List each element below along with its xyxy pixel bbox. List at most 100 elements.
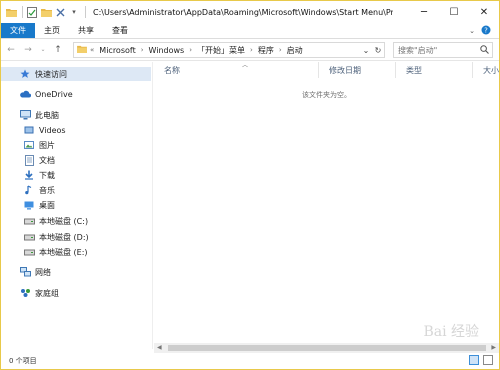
video-icon xyxy=(23,124,35,136)
address-dropdown-icon[interactable]: ⌄ xyxy=(360,43,372,57)
maximize-button[interactable]: ☐ xyxy=(439,1,469,23)
empty-folder-message: 该文件夹为空。 xyxy=(302,91,351,99)
horizontal-scrollbar[interactable]: ◀ ▶ xyxy=(154,343,499,353)
scrollbar-thumb[interactable] xyxy=(168,345,486,351)
chevron-right-icon[interactable]: › xyxy=(250,46,253,54)
sidebar-item-label: 家庭组 xyxy=(35,288,59,298)
scroll-left-icon[interactable]: ◀ xyxy=(157,343,162,353)
sidebar-item-label: 音乐 xyxy=(39,185,55,195)
sidebar-item-onedrive[interactable]: OneDrive xyxy=(19,87,73,101)
sidebar-item-drive-e[interactable]: 本地磁盘 (E:) xyxy=(23,245,88,259)
breadcrumb-programs[interactable]: 程序 xyxy=(258,45,274,56)
sidebar-item-label: Videos xyxy=(39,125,66,135)
sidebar-item-pictures[interactable]: 图片 xyxy=(23,138,55,152)
chevron-right-icon[interactable]: › xyxy=(189,46,192,54)
help-icon[interactable]: ? xyxy=(481,25,491,37)
sidebar-item-videos[interactable]: Videos xyxy=(23,123,66,137)
sidebar-item-drive-c[interactable]: 本地磁盘 (C:) xyxy=(23,214,88,228)
sidebar-item-downloads[interactable]: 下载 xyxy=(23,168,55,182)
breadcrumb-startup[interactable]: 启动 xyxy=(287,45,303,56)
window-controls: ─ ☐ ✕ xyxy=(409,1,499,23)
address-bar[interactable]: « Microsoft › Windows › 「开始」菜单 › 程序 › 启动… xyxy=(73,42,385,58)
title-bar: ▾ C:\Users\Administrator\AppData\Roaming… xyxy=(1,1,499,23)
close-button[interactable]: ✕ xyxy=(469,1,499,23)
minimize-button[interactable]: ─ xyxy=(409,1,439,23)
sidebar-item-this-pc[interactable]: 此电脑 xyxy=(19,108,59,122)
column-date-modified[interactable]: 修改日期 xyxy=(319,62,396,78)
sidebar-item-desktop[interactable]: 桌面 xyxy=(23,198,55,212)
sidebar-item-label: 文档 xyxy=(39,155,55,165)
toolbar-separator xyxy=(85,6,86,18)
back-icon[interactable]: ← xyxy=(4,43,18,57)
folder-icon xyxy=(77,45,87,55)
toolbar-separator xyxy=(22,6,23,18)
ribbon-tabs: 文件 主页 共享 查看 ⌄ ? xyxy=(1,23,499,39)
file-list-pane: ︿ 名称 修改日期 类型 大小 该文件夹为空。 xyxy=(154,62,499,349)
explorer-window: ▾ C:\Users\Administrator\AppData\Roaming… xyxy=(0,0,500,370)
search-icon[interactable] xyxy=(480,45,489,56)
sidebar-item-label: 快速访问 xyxy=(35,69,67,79)
desktop-icon xyxy=(23,199,35,211)
cloud-icon xyxy=(19,88,31,100)
recent-locations-icon[interactable]: ⌄ xyxy=(38,43,48,57)
sidebar-item-drive-d[interactable]: 本地磁盘 (D:) xyxy=(23,230,89,244)
sidebar-item-label: 网络 xyxy=(35,267,51,277)
details-view-icon[interactable] xyxy=(469,355,479,365)
svg-text:?: ? xyxy=(484,26,488,34)
sidebar-item-documents[interactable]: 文档 xyxy=(23,153,55,167)
tab-home[interactable]: 主页 xyxy=(35,23,69,38)
address-controls: ⌄ ↻ xyxy=(360,43,384,57)
tab-file[interactable]: 文件 xyxy=(1,23,35,38)
breadcrumb-start-menu[interactable]: 「开始」菜单 xyxy=(197,45,245,56)
navigation-pane: 快速访问 OneDrive 此电脑 Videos 图片 文档 下载 音乐 桌面 … xyxy=(1,62,153,349)
column-type[interactable]: 类型 xyxy=(396,62,473,78)
delete-icon[interactable] xyxy=(54,6,66,18)
large-icons-view-icon[interactable] xyxy=(483,355,493,365)
chevron-right-icon[interactable]: › xyxy=(141,46,144,54)
music-icon xyxy=(23,184,35,196)
scroll-right-icon[interactable]: ▶ xyxy=(491,343,496,353)
drive-icon xyxy=(23,246,35,258)
new-folder-icon[interactable] xyxy=(40,6,52,18)
search-input[interactable] xyxy=(398,45,480,55)
sidebar-item-network[interactable]: 网络 xyxy=(19,265,51,279)
customize-dropdown-icon[interactable]: ▾ xyxy=(68,6,80,18)
download-icon xyxy=(23,169,35,181)
tab-view[interactable]: 查看 xyxy=(103,23,137,38)
column-name[interactable]: 名称 xyxy=(154,62,319,78)
sidebar-item-music[interactable]: 音乐 xyxy=(23,183,55,197)
sidebar-item-label: 本地磁盘 (C:) xyxy=(39,216,89,226)
breadcrumb-overflow-icon[interactable]: « xyxy=(90,46,94,54)
sidebar-item-label: 图片 xyxy=(39,140,55,150)
forward-icon[interactable]: → xyxy=(21,43,35,57)
tab-share[interactable]: 共享 xyxy=(69,23,103,38)
expand-ribbon-icon[interactable]: ⌄ xyxy=(469,27,475,35)
column-size[interactable]: 大小 xyxy=(473,62,499,78)
computer-icon xyxy=(19,109,31,121)
breadcrumb-microsoft[interactable]: Microsoft xyxy=(99,46,135,55)
sidebar-item-label: 本地磁盘 (D:) xyxy=(39,232,89,242)
document-icon xyxy=(23,154,35,166)
homegroup-icon xyxy=(19,287,31,299)
refresh-icon[interactable]: ↻ xyxy=(372,43,384,57)
sidebar-item-homegroup[interactable]: 家庭组 xyxy=(19,286,59,300)
star-icon xyxy=(19,68,31,80)
chevron-right-icon[interactable]: › xyxy=(279,46,282,54)
sidebar-item-label: 下载 xyxy=(39,170,55,180)
search-box[interactable] xyxy=(393,42,493,58)
sidebar-item-quick-access[interactable]: 快速访问 xyxy=(1,67,151,81)
window-title: C:\Users\Administrator\AppData\Roaming\M… xyxy=(93,7,393,17)
up-icon[interactable]: ↑ xyxy=(51,43,65,57)
network-icon xyxy=(19,266,31,278)
status-bar: 0 个项目 xyxy=(1,353,499,369)
properties-icon[interactable] xyxy=(26,6,38,18)
breadcrumb-windows[interactable]: Windows xyxy=(149,46,185,55)
ribbon-right-controls: ⌄ ? xyxy=(469,23,499,38)
sidebar-item-label: 桌面 xyxy=(39,200,55,210)
quick-access-toolbar: ▾ xyxy=(1,1,89,23)
sidebar-item-label: 本地磁盘 (E:) xyxy=(39,247,88,257)
view-toggle xyxy=(469,355,493,365)
drive-icon xyxy=(23,215,35,227)
picture-icon xyxy=(23,139,35,151)
folder-icon xyxy=(5,6,17,18)
